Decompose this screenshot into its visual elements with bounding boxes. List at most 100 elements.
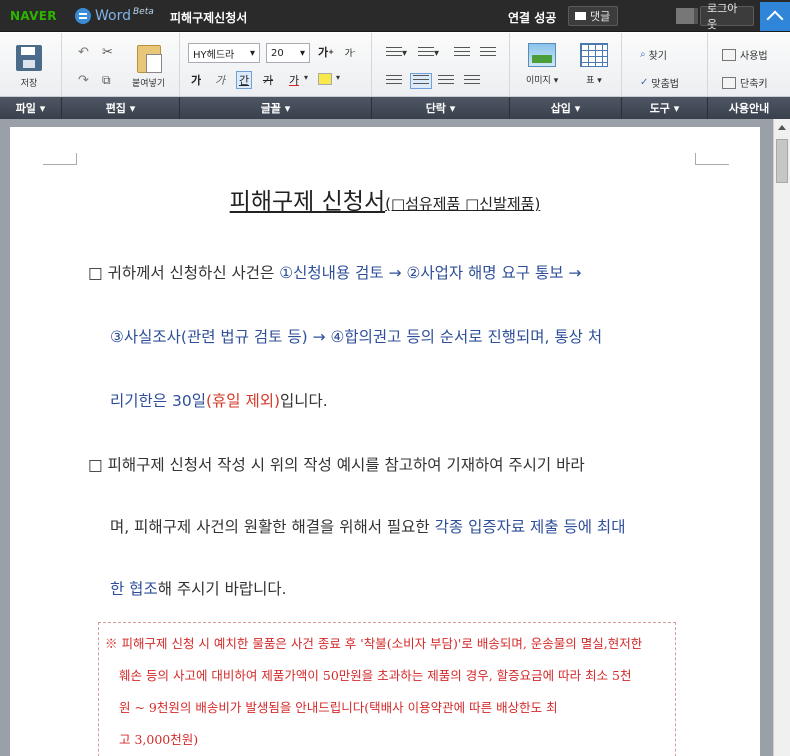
paragraph-2-line-1: □ 피해구제 신청서 작성 시 위의 작성 예시를 참고하여 기재하여 주시기 … xyxy=(88,456,585,474)
outdent-icon[interactable] xyxy=(454,47,470,59)
comment-button[interactable]: 댓글 xyxy=(568,6,618,26)
paragraph-2-line-3: 한 협조해 주시기 바랍니다. xyxy=(110,580,287,598)
group-label-font[interactable]: 글꼴 ▾ xyxy=(180,97,372,119)
notice-line-4: 고 3,000천원) xyxy=(119,732,199,747)
align-left-icon[interactable] xyxy=(386,75,402,87)
help-icon xyxy=(722,48,736,61)
font-color-button[interactable]: 가 xyxy=(286,71,302,89)
logout-button[interactable]: 로그아웃 xyxy=(700,2,754,31)
indent-lines-icon xyxy=(480,47,496,59)
heading-sub: (□섬유제품 □신발제품) xyxy=(385,195,541,213)
copy-icon[interactable]: ⧉ xyxy=(102,73,111,88)
bulleted-list-icon[interactable]: ▾ xyxy=(418,47,439,59)
save-icon xyxy=(16,45,42,71)
cut-icon[interactable]: ✂ xyxy=(102,45,113,60)
align-lines-icon xyxy=(413,75,429,87)
group-label-edit[interactable]: 편집 ▾ xyxy=(62,97,180,119)
paragraph-2-line-2: 며, 피해구제 사건의 원활한 해결을 위해서 필요한 각종 입증자료 제출 등… xyxy=(110,518,626,536)
align-center-icon[interactable] xyxy=(410,73,432,89)
shortcut-button[interactable]: 단축키 xyxy=(722,75,768,90)
document-area: 피해구제 신청서(□섬유제품 □신발제품) □ 귀하께서 신청하신 사건은 ①신… xyxy=(0,119,790,756)
indent-icon[interactable] xyxy=(480,47,496,59)
heading-main: 피해구제 신청서 xyxy=(229,189,386,215)
table-icon xyxy=(580,43,608,67)
paste-icon xyxy=(136,45,162,73)
bold-button[interactable]: 가 xyxy=(188,71,204,89)
group-label-insert[interactable]: 삽입 ▾ xyxy=(510,97,622,119)
save-label: 저장 xyxy=(20,79,38,89)
group-label-paragraph[interactable]: 단락 ▾ xyxy=(372,97,510,119)
file-group: 저장 xyxy=(0,33,62,97)
paragraph-1-line-1: □ 귀하께서 신청하신 사건은 ①신청내용 검토 → ②사업자 해명 요구 통보… xyxy=(88,264,582,282)
list-lines-icon xyxy=(386,47,402,59)
word-logo[interactable]: Word Beta xyxy=(75,7,154,25)
tools-group: ⌕ 찾기 ✓ 맞춤법 xyxy=(622,33,708,97)
notice-line-3: 원 ~ 9천원의 배송비가 발생됨을 안내드립니다(택배사 이용약관에 따른 배… xyxy=(119,700,558,715)
table-label: 표 ▾ xyxy=(586,76,602,86)
font-size-select[interactable]: 20 ▾ xyxy=(266,43,310,63)
word-logo-icon xyxy=(75,8,91,24)
group-label-tools[interactable]: 도구 ▾ xyxy=(622,97,708,119)
paragraph-1-line-3: 리기한은 30일(휴일 제외)입니다. xyxy=(110,392,328,410)
avatar xyxy=(676,8,694,24)
chevron-down-icon[interactable]: ▾ xyxy=(336,73,340,82)
margin-mark-left xyxy=(43,153,77,165)
title-bar: NAVER Word Beta 피해구제신청서 연결 성공 댓글 로그아웃 xyxy=(0,0,790,32)
font-name-select[interactable]: HY헤드라 ▾ xyxy=(188,43,260,63)
font-group: HY헤드라 ▾ 20 ▾ 가 + 가- 가 가 간 가 가 ▾ ▾ xyxy=(180,33,372,97)
numbered-list-icon[interactable]: ▾ xyxy=(386,47,407,59)
avatar-edge xyxy=(694,8,698,24)
paste-label: 붙여넣기 xyxy=(132,79,166,89)
image-icon xyxy=(528,43,557,67)
save-button[interactable]: 저장 xyxy=(16,45,42,89)
comment-icon xyxy=(575,12,586,20)
group-label-file[interactable]: 파일 ▾ xyxy=(0,97,62,119)
undo-icon[interactable]: ↶ xyxy=(78,45,89,60)
shrink-font-icon[interactable]: 가- xyxy=(342,43,358,61)
indent-lines-icon xyxy=(454,47,470,59)
vertical-scrollbar[interactable] xyxy=(773,119,790,756)
align-right-icon[interactable] xyxy=(438,75,454,87)
document-heading: 피해구제 신청서(□섬유제품 □신발제품) xyxy=(10,182,760,216)
keyboard-icon xyxy=(722,76,736,89)
paste-button[interactable]: 붙여넣기 xyxy=(132,45,165,89)
highlight-icon[interactable] xyxy=(318,73,332,85)
chevron-down-icon: ▾ xyxy=(249,47,255,59)
underline-button[interactable]: 간 xyxy=(236,71,252,89)
find-button[interactable]: ⌕ 찾기 xyxy=(640,47,667,62)
word-logo-text: Word xyxy=(95,8,131,24)
font-name-value: HY헤드라 xyxy=(193,49,235,61)
insert-image-button[interactable]: 이미지 ▾ xyxy=(526,43,558,86)
align-lines-icon xyxy=(386,75,402,87)
insert-table-button[interactable]: 표 ▾ xyxy=(580,43,608,86)
strike-button[interactable]: 가 xyxy=(260,71,276,89)
document-page[interactable]: 피해구제 신청서(□섬유제품 □신발제품) □ 귀하께서 신청하신 사건은 ①신… xyxy=(10,127,760,756)
insert-group: 이미지 ▾ 표 ▾ xyxy=(510,33,622,97)
chevron-down-icon: ▾ xyxy=(299,47,305,59)
paragraph-group: ▾ ▾ xyxy=(372,33,510,97)
collapse-ribbon-icon[interactable] xyxy=(760,2,790,31)
scroll-thumb[interactable] xyxy=(776,139,788,183)
comment-label: 댓글 xyxy=(590,10,611,23)
binoculars-icon: ⌕ xyxy=(640,49,646,60)
chevron-down-icon[interactable]: ▾ xyxy=(304,73,308,82)
list-lines-icon xyxy=(418,47,434,59)
notice-line-2: 훼손 등의 사고에 대비하여 제품가액이 50만원을 초과하는 제품의 경우, … xyxy=(119,668,632,683)
align-lines-icon xyxy=(438,75,454,87)
document-title: 피해구제신청서 xyxy=(170,11,248,25)
group-label-help[interactable]: 사용안내 xyxy=(708,97,790,119)
spellcheck-button[interactable]: ✓ 맞춤법 xyxy=(640,75,679,90)
grow-font-icon[interactable]: 가 + xyxy=(318,43,334,61)
edit-group: ↶ ✂ ↷ ⧉ 붙여넣기 xyxy=(62,33,180,97)
italic-button[interactable]: 가 xyxy=(212,71,228,89)
redo-icon[interactable]: ↷ xyxy=(78,73,89,88)
naver-logo[interactable]: NAVER xyxy=(10,9,57,23)
help-group: 사용법 단축키 xyxy=(708,33,790,97)
scroll-up-icon[interactable] xyxy=(774,119,790,135)
font-size-value: 20 xyxy=(271,47,284,59)
help-button[interactable]: 사용법 xyxy=(722,47,768,62)
paragraph-1-line-2: ③사실조사(관련 법규 검토 등) → ④합의권고 등의 순서로 진행되며, 통… xyxy=(110,328,603,346)
notice-box: ※ 피해구제 신청 시 예치한 물품은 사건 종료 후 '착불(소비자 부담)'… xyxy=(98,622,676,756)
align-justify-icon[interactable] xyxy=(464,75,480,87)
ribbon-group-labels: 파일 ▾ 편집 ▾ 글꼴 ▾ 단락 ▾ 삽입 ▾ 도구 ▾ 사용안내 xyxy=(0,97,790,119)
